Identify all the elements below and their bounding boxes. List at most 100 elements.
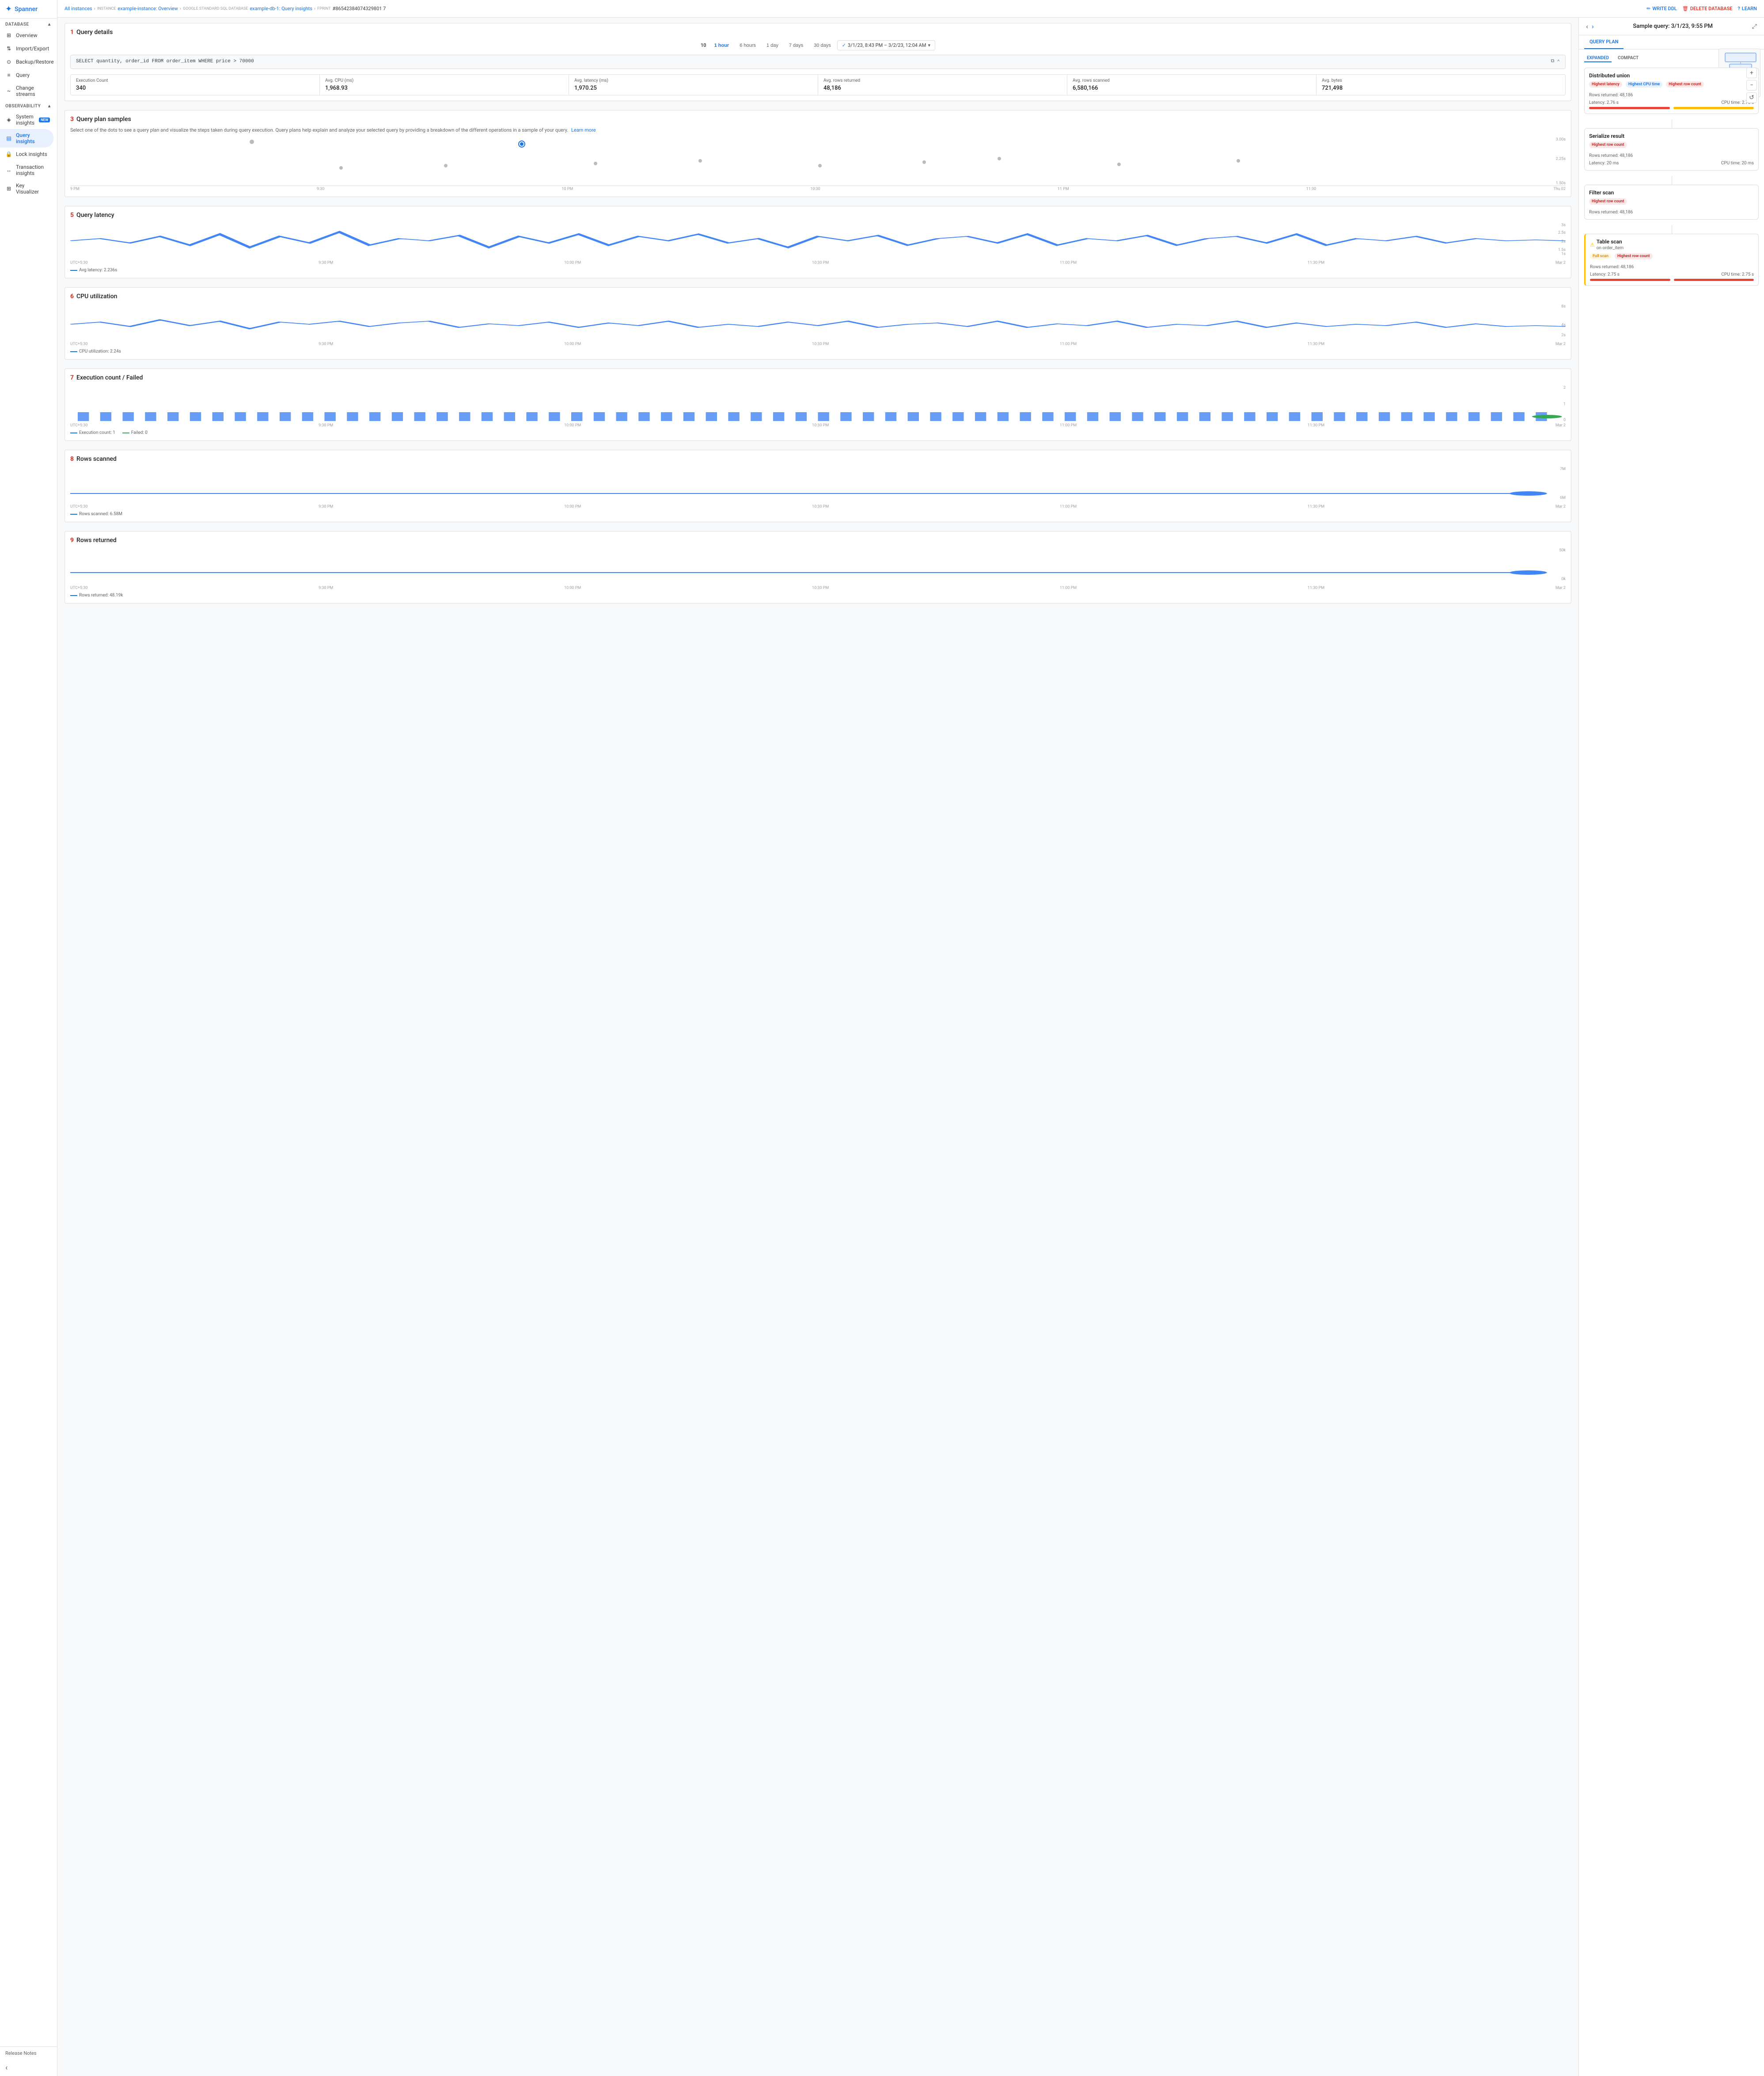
- table-scan-tags: Full scan Highest row count: [1590, 253, 1754, 261]
- latency-legend-line: [70, 270, 77, 271]
- stat-bytes-value: 721,498: [1322, 85, 1560, 91]
- sidebar-item-query-insights[interactable]: ▤ Query insights: [0, 129, 53, 148]
- latency-chart-svg: [70, 223, 1566, 258]
- lat-y2: 2.5s: [1558, 231, 1566, 235]
- latency-legend-item: Avg latency: 2.236s: [70, 268, 117, 273]
- stat-rows-scan-label: Avg. rows scanned: [1073, 78, 1311, 83]
- rr-y1: 50k: [1559, 548, 1566, 553]
- query-icon: ≡: [5, 72, 12, 79]
- zoom-in-btn[interactable]: +: [1746, 68, 1757, 78]
- sidebar-item-transaction-insights[interactable]: ↔ Transaction insights: [0, 161, 53, 179]
- scatter-dot-11[interactable]: [1237, 159, 1240, 163]
- learn-more-link[interactable]: Learn more: [571, 127, 596, 133]
- zoom-reset-btn[interactable]: ↺: [1746, 92, 1757, 103]
- table-scan-metrics: Latency: 2.75 s CPU time: 2.75 s: [1590, 272, 1754, 277]
- connector-1: [1584, 119, 1759, 128]
- sidebar-item-key-visualizer[interactable]: ⊞ Key Visualizer: [0, 179, 53, 198]
- breadcrumb: All instances › INSTANCE example-instanc…: [64, 6, 386, 11]
- rs-y2: 6M: [1560, 496, 1566, 500]
- spanner-icon: ✦: [5, 4, 12, 14]
- exec-legend-exec: Execution count: 1: [70, 430, 115, 435]
- sidebar-item-change-streams[interactable]: ~ Change streams: [0, 82, 53, 100]
- filter-scan-rows: Rows returned: 48,186: [1589, 210, 1754, 215]
- time-7day-btn[interactable]: 7 days: [785, 41, 808, 50]
- time-range-display[interactable]: ✓ 3/1/23, 8:43 PM – 3/2/23, 12:04 AM ▾: [837, 40, 935, 50]
- filter-scan-tags: Highest row count: [1589, 198, 1754, 206]
- scatter-dot-5[interactable]: [594, 162, 597, 165]
- stat-rows-ret-label: Avg. rows returned: [823, 78, 1062, 83]
- plan-node-table-scan: ⚠ Table scan on order_item Full scan Hig…: [1584, 234, 1759, 286]
- stat-rows-scan-value: 6,580,166: [1073, 85, 1311, 91]
- collapse-icon[interactable]: ▲: [47, 22, 52, 27]
- copy-icon[interactable]: ⧉: [1551, 59, 1555, 65]
- prev-btn[interactable]: ‹: [1586, 22, 1588, 30]
- obs-collapse-icon[interactable]: ▲: [47, 104, 52, 109]
- delete-database-btn[interactable]: 🗑 DELETE DATABASE: [1682, 6, 1733, 11]
- table-scan-bars: [1590, 279, 1754, 281]
- rs-x-labels: UTC+5:30 9:30 PM 10:00 PM 10:30 PM 11:00…: [70, 505, 1566, 509]
- scatter-dot-9[interactable]: [998, 157, 1001, 160]
- scatter-dot-10[interactable]: [1117, 163, 1121, 166]
- write-ddl-icon: ✏: [1646, 6, 1650, 11]
- sidebar-item-query[interactable]: ≡ Query: [0, 68, 53, 82]
- sidebar-item-lock-insights[interactable]: 🔒 Lock insights: [0, 148, 53, 161]
- sidebar-item-system-insights[interactable]: ◈ System insights NEW: [0, 110, 53, 129]
- scatter-plot: 3.00s 2.25s 1.50s: [70, 137, 1566, 186]
- change-streams-icon: ~: [5, 87, 12, 95]
- rows-returned-title: 9 Rows returned: [70, 537, 1566, 544]
- release-notes[interactable]: Release Notes: [0, 2046, 57, 2060]
- tag-full-scan: Full scan: [1590, 253, 1611, 259]
- query-plan-tab[interactable]: QUERY PLAN: [1584, 35, 1624, 49]
- scatter-dot-active[interactable]: [519, 141, 524, 147]
- time-30day-btn[interactable]: 30 days: [809, 41, 835, 50]
- compact-view-btn[interactable]: COMPACT: [1615, 55, 1641, 62]
- expand-panel-icon[interactable]: ⤢: [1752, 23, 1757, 30]
- right-panel-header: ‹ › Sample query: 3/1/23, 9:55 PM ⤢: [1579, 18, 1764, 35]
- sidebar-item-backup-restore[interactable]: ⊙ Backup/Restore: [0, 55, 53, 68]
- sidebar-collapse-btn[interactable]: ‹: [0, 2060, 57, 2076]
- time-1hr-btn[interactable]: 1 hour: [710, 41, 734, 50]
- rows-scanned-svg: [70, 467, 1566, 502]
- plan-node-filter-scan: Filter scan Highest row count Rows retur…: [1584, 185, 1759, 220]
- y-min: 1.50s: [1556, 181, 1566, 186]
- scatter-dot-6[interactable]: [698, 159, 702, 163]
- write-ddl-btn[interactable]: ✏ WRITE DDL: [1646, 6, 1677, 11]
- system-insights-icon: ◈: [5, 116, 12, 123]
- y-max: 3.00s: [1556, 137, 1566, 142]
- section6-num: 6: [70, 293, 74, 300]
- learn-btn[interactable]: ? LEARN: [1737, 6, 1757, 11]
- next-btn[interactable]: ›: [1592, 22, 1594, 30]
- breadcrumb-sep1: ›: [94, 6, 95, 11]
- zoom-out-btn[interactable]: −: [1746, 80, 1757, 91]
- breadcrumb-instance[interactable]: example-instance: Overview: [118, 6, 178, 11]
- expanded-view-btn[interactable]: EXPANDED: [1584, 55, 1612, 62]
- delete-icon: 🗑: [1682, 6, 1688, 11]
- stat-execution-value: 340: [76, 85, 314, 91]
- breadcrumb-db[interactable]: example-db-1: Query insights: [250, 6, 312, 11]
- filter-scan-title: Filter scan: [1589, 190, 1754, 196]
- sidebar-item-import-export[interactable]: ⇅ Import/Export: [0, 42, 53, 55]
- expand-icon[interactable]: ⌃: [1557, 59, 1560, 65]
- scatter-dot-2[interactable]: [339, 166, 343, 170]
- scatter-dot-1[interactable]: [250, 140, 254, 144]
- section1-num: 1: [70, 29, 74, 36]
- sidebar-item-overview[interactable]: ⊞ Overview: [0, 29, 53, 42]
- rows-returned-chart: 50k 0k: [70, 548, 1566, 585]
- scatter-dot-8[interactable]: [922, 160, 926, 164]
- time-6hr-btn[interactable]: 6 hours: [735, 41, 760, 50]
- query-plan-tabs: QUERY PLAN: [1579, 35, 1764, 49]
- db-section-header: DATABASE ▲: [0, 19, 57, 29]
- stats-row: Execution Count 340 Avg. CPU (ms) 1,968.…: [70, 74, 1566, 95]
- overview-icon: ⊞: [5, 32, 12, 39]
- breadcrumb-sep3: ›: [314, 6, 315, 11]
- breadcrumb-all-instances[interactable]: All instances: [64, 6, 92, 11]
- learn-icon: ?: [1737, 6, 1740, 11]
- main-content: All instances › INSTANCE example-instanc…: [57, 0, 1764, 2076]
- tag-highest-cpu: Highest CPU time: [1626, 81, 1662, 87]
- stat-rows-ret-value: 48,186: [823, 85, 1062, 91]
- plan-node-serialize-result: Serialize result Highest row count Rows …: [1584, 128, 1759, 171]
- stat-avg-cpu: Avg. CPU (ms) 1,968.93: [320, 75, 569, 95]
- scatter-dot-3[interactable]: [444, 164, 448, 167]
- scatter-dot-7[interactable]: [818, 164, 822, 167]
- time-1day-btn[interactable]: 1 day: [762, 41, 783, 50]
